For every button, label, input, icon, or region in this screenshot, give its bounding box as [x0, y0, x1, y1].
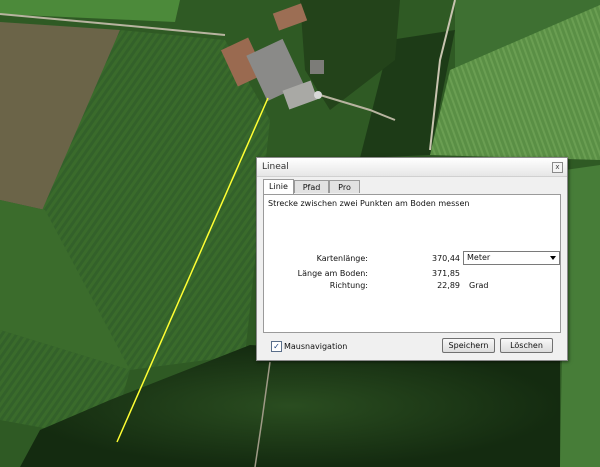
tab-panel-linie: Strecke zwischen zwei Punkten am Boden m…: [263, 194, 561, 333]
ground-length-label: Länge am Boden:: [297, 269, 368, 278]
description-text: Strecke zwischen zwei Punkten am Boden m…: [268, 199, 470, 208]
tab-label: Pro: [338, 183, 351, 192]
mouse-navigation-checkbox[interactable]: ✓: [271, 341, 282, 352]
mouse-navigation-label[interactable]: Mausnavigation: [284, 342, 347, 351]
ground-length-value: 371,85: [432, 269, 460, 278]
chevron-down-icon: [550, 256, 556, 260]
heading-value: 22,89: [437, 281, 460, 290]
dialog-title: Lineal: [262, 162, 289, 172]
tab-label: Linie: [269, 182, 288, 191]
close-icon[interactable]: x: [552, 162, 563, 173]
map-length-label: Kartenlänge:: [316, 254, 368, 263]
checkmark-icon: ✓: [273, 342, 280, 351]
heading-unit: Grad: [469, 281, 489, 290]
tab-pfad[interactable]: Pfad: [294, 180, 329, 193]
heading-label: Richtung:: [329, 281, 368, 290]
tab-linie[interactable]: Linie: [263, 179, 294, 194]
delete-button[interactable]: Löschen: [500, 338, 553, 353]
unit-select[interactable]: Meter: [463, 251, 560, 265]
unit-select-value: Meter: [467, 253, 491, 262]
ruler-dialog: Lineal x Linie Pfad Pro Strecke zwischen…: [256, 157, 568, 361]
tab-pro[interactable]: Pro: [329, 180, 360, 193]
dialog-titlebar[interactable]: Lineal x: [257, 158, 567, 177]
map-length-value: 370,44: [432, 254, 460, 263]
save-button[interactable]: Speichern: [442, 338, 495, 353]
tab-label: Pfad: [302, 183, 321, 192]
